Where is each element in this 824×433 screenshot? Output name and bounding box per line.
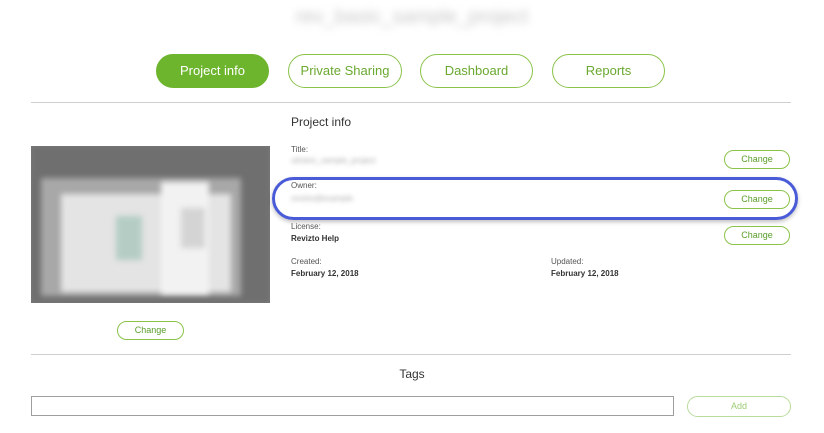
title-change-button[interactable]: Change (724, 150, 790, 169)
divider-top (31, 102, 791, 103)
project-thumbnail (31, 146, 270, 303)
tab-reports[interactable]: Reports (552, 54, 665, 88)
updated-label: Updated: (551, 257, 584, 266)
updated-value: February 12, 2018 (551, 269, 619, 278)
owner-value: revizto@example (291, 194, 353, 203)
title-label: Title: (291, 145, 309, 154)
license-label: License: (291, 222, 321, 231)
thumbnail-change-button[interactable]: Change (117, 321, 184, 340)
owner-label: Owner: (291, 181, 317, 190)
tab-bar: Project info Private Sharing Dashboard R… (0, 54, 824, 88)
tab-dashboard[interactable]: Dashboard (420, 54, 533, 88)
license-value: Revizto Help (291, 234, 340, 243)
tab-project-info[interactable]: Project info (156, 54, 269, 88)
owner-change-button[interactable]: Change (724, 190, 790, 209)
section-title: Project info (291, 115, 352, 129)
add-tag-button[interactable]: Add (687, 396, 791, 417)
title-value: ultrainc_sample_project (291, 156, 376, 165)
tab-private-sharing[interactable]: Private Sharing (288, 54, 402, 88)
tags-input[interactable] (31, 396, 674, 416)
project-title: rev_basic_sample_project (295, 6, 529, 28)
divider-bottom (31, 354, 791, 355)
created-value: February 12, 2018 (291, 269, 359, 278)
created-label: Created: (291, 257, 322, 266)
license-change-button[interactable]: Change (724, 226, 790, 245)
tags-title: Tags (399, 367, 425, 381)
